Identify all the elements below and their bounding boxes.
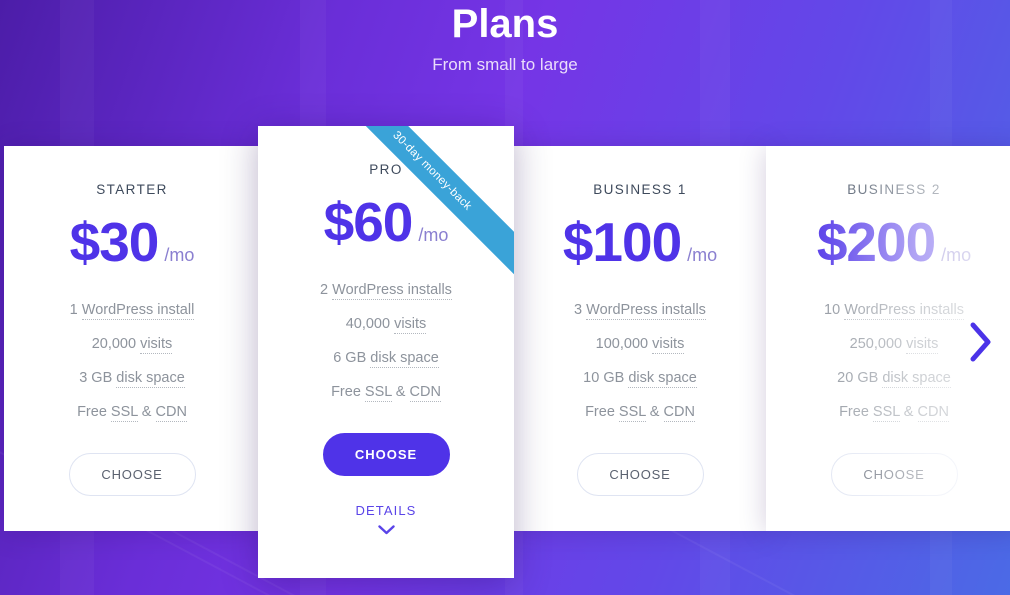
feature-sep: & [899, 404, 918, 420]
choose-button[interactable]: CHOOSE [68, 453, 196, 496]
feature-prefix: Free [77, 404, 111, 420]
pricing-cards: STARTER $30 /mo 1 WordPress install 20,0… [0, 0, 1010, 595]
plan-period: /mo [418, 225, 449, 245]
feature-prefix: 6 GB [333, 350, 371, 366]
plan-period: /mo [687, 245, 718, 265]
choose-button[interactable]: CHOOSE [576, 453, 704, 496]
feature-prefix: 3 GB [79, 370, 117, 386]
feature-term[interactable]: WordPress installs [844, 302, 964, 320]
feature-item: 40,000 visits [258, 307, 514, 341]
feature-term[interactable]: WordPress installs [586, 302, 706, 320]
feature-item: 1 WordPress install [4, 293, 260, 327]
feature-term[interactable]: WordPress installs [332, 282, 452, 300]
plan-price: $60 [323, 191, 414, 253]
feature-item: 6 GB disk space [258, 341, 514, 375]
feature-item: 3 GB disk space [4, 361, 260, 395]
feature-term[interactable]: CDN [155, 404, 187, 422]
feature-item: 10 GB disk space [512, 361, 768, 395]
plan-period: /mo [164, 245, 195, 265]
plan-card-pro[interactable]: 30-day money-back PRO $60 /mo 2 WordPres… [258, 126, 514, 578]
plan-cta-wrap: CHOOSE [766, 453, 1010, 496]
page-header: Plans From small to large [0, 0, 1010, 75]
plan-cta-wrap: CHOOSE [4, 453, 260, 496]
feature-item: Free SSL & CDN [512, 395, 768, 429]
plan-features: 2 WordPress installs 40,000 visits 6 GB … [258, 273, 514, 409]
feature-term[interactable]: disk space [882, 370, 951, 388]
feature-prefix: 10 [824, 302, 845, 318]
chevron-down-icon [258, 525, 514, 535]
feature-term[interactable]: WordPress install [81, 302, 195, 320]
plan-price-row: $200 /mo [766, 213, 1010, 271]
plan-period: /mo [941, 245, 972, 265]
feature-prefix: 3 [574, 302, 587, 318]
choose-button[interactable]: CHOOSE [322, 433, 450, 476]
feature-term[interactable]: CDN [917, 404, 949, 422]
feature-prefix: 250,000 [849, 336, 907, 352]
feature-term[interactable]: CDN [663, 404, 695, 422]
feature-term[interactable]: visits [906, 336, 939, 354]
page-title: Plans [451, 2, 559, 46]
page-subtitle: From small to large [432, 55, 578, 74]
feature-prefix: Free [839, 404, 873, 420]
plan-price-row: $100 /mo [512, 213, 768, 271]
plan-features: 3 WordPress installs 100,000 visits 10 G… [512, 293, 768, 429]
feature-prefix: 20 GB [837, 370, 883, 386]
feature-item: Free SSL & CDN [4, 395, 260, 429]
plan-name: BUSINESS 2 [847, 182, 941, 197]
carousel-next-button[interactable] [960, 318, 1002, 366]
feature-prefix: 2 [320, 282, 333, 298]
chevron-right-icon [970, 322, 991, 362]
feature-prefix: Free [585, 404, 619, 420]
plan-cta-wrap: CHOOSE [512, 453, 768, 496]
feature-term[interactable]: visits [394, 316, 427, 334]
feature-term[interactable]: SSL [618, 404, 646, 422]
feature-term[interactable]: disk space [370, 350, 439, 368]
feature-prefix: 100,000 [595, 336, 653, 352]
feature-item: 20,000 visits [4, 327, 260, 361]
feature-term[interactable]: SSL [110, 404, 138, 422]
plan-name: BUSINESS 1 [593, 182, 687, 197]
plan-features: 1 WordPress install 20,000 visits 3 GB d… [4, 293, 260, 429]
feature-prefix: Free [331, 384, 365, 400]
plan-price-row: $30 /mo [4, 213, 260, 271]
feature-prefix: 10 GB [583, 370, 629, 386]
feature-prefix: 1 [69, 302, 82, 318]
feature-term[interactable]: visits [140, 336, 173, 354]
plan-name: PRO [369, 162, 403, 177]
details-label: DETAILS [355, 503, 417, 518]
feature-sep: & [645, 404, 664, 420]
feature-term[interactable]: SSL [872, 404, 900, 422]
feature-term[interactable]: disk space [116, 370, 185, 388]
feature-item: 20 GB disk space [766, 361, 1010, 395]
plan-price: $100 [562, 211, 682, 273]
feature-term[interactable]: disk space [628, 370, 697, 388]
plan-name: STARTER [96, 182, 168, 197]
feature-item: 3 WordPress installs [512, 293, 768, 327]
feature-term[interactable]: CDN [409, 384, 441, 402]
feature-term[interactable]: visits [652, 336, 685, 354]
feature-term[interactable]: SSL [364, 384, 392, 402]
feature-item: 2 WordPress installs [258, 273, 514, 307]
feature-sep: & [391, 384, 410, 400]
plan-card-starter[interactable]: STARTER $30 /mo 1 WordPress install 20,0… [4, 146, 260, 531]
plan-price: $200 [816, 211, 936, 273]
plan-price-row: $60 /mo [258, 193, 514, 251]
feature-sep: & [137, 404, 156, 420]
plan-card-business-1[interactable]: BUSINESS 1 $100 /mo 3 WordPress installs… [512, 146, 768, 531]
plan-cta-wrap: CHOOSE [258, 433, 514, 476]
feature-item: Free SSL & CDN [258, 375, 514, 409]
feature-prefix: 40,000 [345, 316, 395, 332]
feature-prefix: 20,000 [91, 336, 141, 352]
plan-price: $30 [69, 211, 160, 273]
details-toggle[interactable]: DETAILS [258, 503, 514, 535]
feature-item: Free SSL & CDN [766, 395, 1010, 429]
feature-item: 100,000 visits [512, 327, 768, 361]
choose-button[interactable]: CHOOSE [830, 453, 958, 496]
